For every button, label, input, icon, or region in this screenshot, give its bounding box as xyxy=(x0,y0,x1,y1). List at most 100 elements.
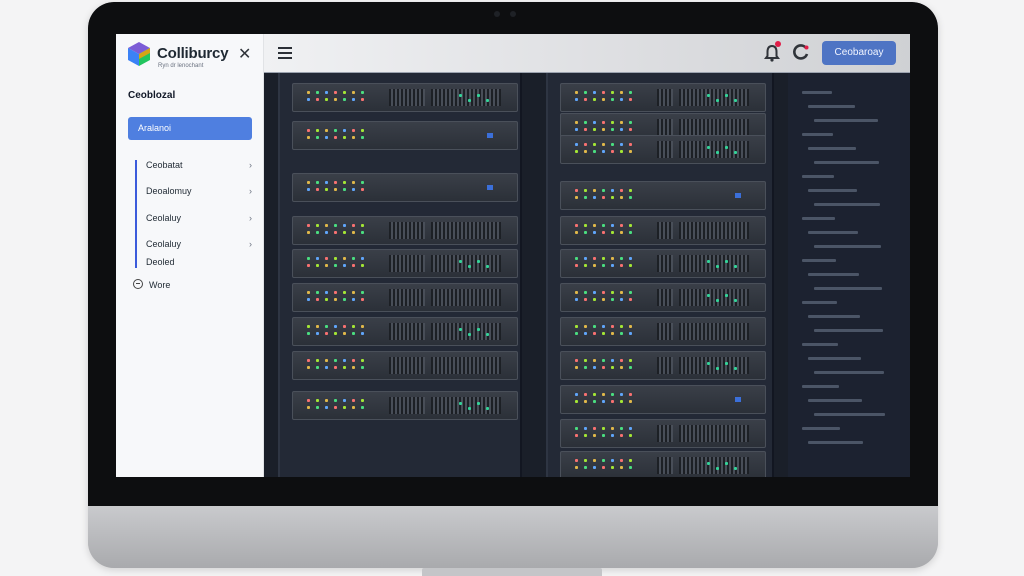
sidebar-primary-button[interactable]: Aralanoi xyxy=(128,117,252,140)
sidebar-item-4[interactable]: Ceolaluy › xyxy=(146,239,252,255)
status-led xyxy=(575,98,578,101)
status-led xyxy=(611,196,614,199)
activity-led xyxy=(725,462,728,465)
status-led xyxy=(629,400,632,403)
status-led xyxy=(593,400,596,403)
status-led xyxy=(316,181,319,184)
status-led xyxy=(343,98,346,101)
status-leds xyxy=(575,140,643,160)
status-led xyxy=(629,325,632,328)
status-led xyxy=(620,366,623,369)
activity-led xyxy=(459,260,462,263)
activity-led xyxy=(707,146,710,149)
chevron-right-icon: › xyxy=(249,213,252,223)
status-led xyxy=(602,257,605,260)
info-text-line xyxy=(808,273,859,276)
vent-grille xyxy=(431,222,501,239)
status-led xyxy=(620,459,623,462)
vent-grille xyxy=(389,397,425,414)
status-led xyxy=(593,359,596,362)
status-led xyxy=(334,181,337,184)
status-led xyxy=(629,264,632,267)
status-led xyxy=(343,291,346,294)
status-led xyxy=(325,264,328,267)
status-led xyxy=(307,136,310,139)
info-text-line xyxy=(808,231,858,234)
menu-icon[interactable] xyxy=(278,47,292,59)
status-led xyxy=(584,150,587,153)
status-led xyxy=(352,257,355,260)
sidebar-item-3[interactable]: Ceolaluy › xyxy=(146,213,252,229)
activity-led xyxy=(707,94,710,97)
sidebar-more-item[interactable]: Wore xyxy=(133,279,170,290)
status-led xyxy=(620,434,623,437)
status-led xyxy=(307,291,310,294)
status-led xyxy=(307,406,310,409)
status-led xyxy=(307,224,310,227)
server-unit xyxy=(292,249,518,278)
sidebar-more-label: Wore xyxy=(149,280,171,290)
status-led xyxy=(629,332,632,335)
info-text-line xyxy=(802,217,835,220)
refresh-icon[interactable] xyxy=(792,43,810,61)
status-led xyxy=(620,325,623,328)
status-leds xyxy=(575,322,643,342)
status-led xyxy=(620,196,623,199)
status-led xyxy=(629,231,632,234)
status-led xyxy=(316,291,319,294)
status-led xyxy=(352,224,355,227)
activity-led xyxy=(716,99,719,102)
status-led xyxy=(575,291,578,294)
status-led xyxy=(584,434,587,437)
status-led xyxy=(575,393,578,396)
app-brand: Colliburcy xyxy=(157,45,229,62)
status-led xyxy=(316,406,319,409)
topbar-action-button[interactable]: Ceobaroay xyxy=(822,41,896,65)
status-led xyxy=(602,150,605,153)
sidebar-item-1[interactable]: Ceobatat › xyxy=(146,160,252,176)
status-led xyxy=(611,298,614,301)
status-led xyxy=(352,91,355,94)
status-led xyxy=(325,136,328,139)
status-led xyxy=(584,325,587,328)
vent-grille xyxy=(657,457,673,474)
status-led xyxy=(352,129,355,132)
vent-grille xyxy=(389,323,425,340)
activity-led xyxy=(459,94,462,97)
status-led xyxy=(325,366,328,369)
status-led xyxy=(629,196,632,199)
server-unit xyxy=(560,317,766,346)
activity-led xyxy=(716,467,719,470)
sidebar: Colliburcy Ryn dr lenochant ✕ Ceoblozal … xyxy=(116,34,264,477)
status-led xyxy=(611,366,614,369)
status-led xyxy=(361,91,364,94)
status-led xyxy=(325,91,328,94)
status-led xyxy=(584,459,587,462)
info-text-line xyxy=(802,259,836,262)
close-icon[interactable]: ✕ xyxy=(238,44,251,64)
status-led xyxy=(307,98,310,101)
status-led xyxy=(361,188,364,191)
status-led xyxy=(620,359,623,362)
activity-led xyxy=(468,333,471,336)
status-led xyxy=(602,121,605,124)
status-led xyxy=(325,325,328,328)
sidebar-item-2[interactable]: Deoalomuy › xyxy=(146,186,252,202)
info-text-line xyxy=(814,203,880,206)
vent-grille xyxy=(389,357,425,374)
status-led xyxy=(611,121,614,124)
status-led xyxy=(325,359,328,362)
status-led xyxy=(361,257,364,260)
activity-led xyxy=(734,467,737,470)
vent-grille xyxy=(679,425,749,442)
camera-icon xyxy=(494,11,500,17)
sidebar-sub-label: Deoled xyxy=(146,257,175,267)
status-led xyxy=(343,298,346,301)
status-led xyxy=(352,291,355,294)
status-led xyxy=(584,466,587,469)
status-led xyxy=(316,399,319,402)
info-text-line xyxy=(814,413,885,416)
status-led xyxy=(620,128,623,131)
status-led xyxy=(620,393,623,396)
status-led xyxy=(620,121,623,124)
